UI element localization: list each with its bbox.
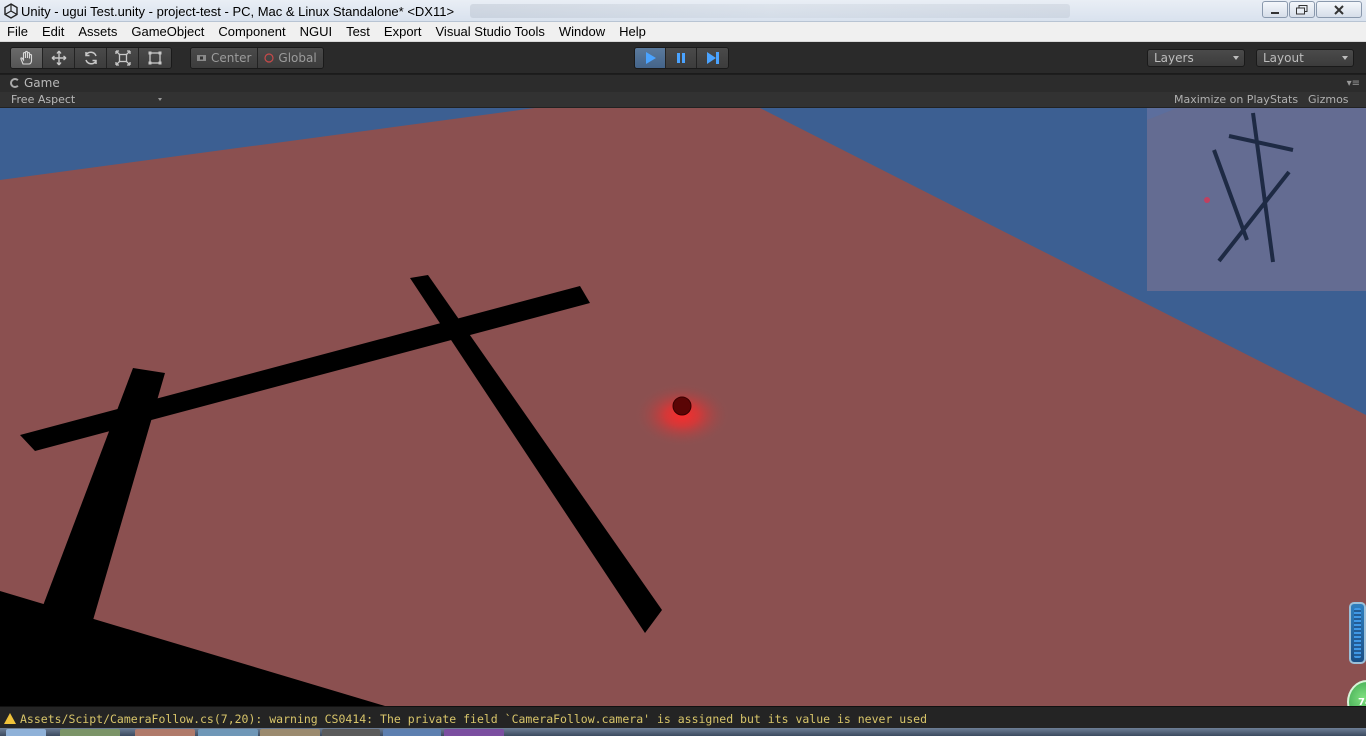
menu-edit[interactable]: Edit: [35, 22, 71, 42]
move-icon: [51, 50, 66, 66]
taskbar-item[interactable]: [260, 729, 320, 736]
taskbar-item[interactable]: [444, 729, 504, 736]
minimap-overlay: [1147, 108, 1366, 291]
transform-tools: [10, 47, 172, 69]
game-view-viewport[interactable]: [0, 108, 1366, 706]
playback-controls: [634, 47, 729, 69]
rect-tool-button[interactable]: [139, 48, 171, 68]
restore-icon: [1296, 4, 1308, 14]
gizmos-dropdown[interactable]: Gizmos: [1308, 93, 1349, 106]
scale-tool-button[interactable]: [107, 48, 139, 68]
meter-ticks: [1354, 608, 1361, 658]
minimize-icon: [1271, 11, 1279, 14]
pause-button[interactable]: [666, 48, 697, 68]
minimap-sphere: [1204, 197, 1210, 203]
panel-menu-icon[interactable]: ▾≡: [1347, 78, 1360, 89]
tab-game[interactable]: Game: [4, 76, 66, 92]
chevron-down-icon: [1233, 56, 1239, 60]
step-button[interactable]: [697, 48, 728, 68]
editor-toolbar: Center Global Layers Layout: [0, 42, 1366, 74]
layout-dropdown[interactable]: Layout: [1256, 49, 1354, 67]
step-icon: [706, 52, 719, 64]
background-window-title-blur: [470, 4, 1070, 18]
maximize-button[interactable]: [1289, 1, 1315, 18]
hand-icon: [19, 50, 32, 65]
rotate-tool-button[interactable]: [75, 48, 107, 68]
pivot-toggles: Center Global: [190, 47, 324, 69]
pivot-center-toggle[interactable]: Center: [191, 48, 259, 68]
menu-window[interactable]: Window: [552, 22, 612, 42]
menu-gameobject[interactable]: GameObject: [124, 22, 211, 42]
chevron-down-icon: [1342, 56, 1348, 60]
move-tool-button[interactable]: [43, 48, 75, 68]
aspect-dropdown[interactable]: Free Aspect: [6, 93, 166, 107]
window-title: Unity - ugui Test.unity - project-test -…: [21, 4, 455, 19]
os-taskbar: [0, 728, 1366, 736]
rect-tool-icon: [148, 51, 162, 65]
minimize-button[interactable]: [1262, 1, 1288, 18]
taskbar-item[interactable]: [322, 729, 380, 736]
tab-game-label: Game: [24, 76, 60, 90]
play-icon: [646, 52, 656, 64]
rotate-icon: [84, 51, 97, 65]
menu-component[interactable]: Component: [211, 22, 292, 42]
console-status-bar[interactable]: Assets/Scipt/CameraFollow.cs(7,20): warn…: [0, 706, 1366, 728]
close-button[interactable]: [1316, 1, 1362, 18]
taskbar-start[interactable]: [6, 729, 46, 736]
taskbar-item[interactable]: [135, 729, 195, 736]
menu-assets[interactable]: Assets: [71, 22, 124, 42]
maximize-on-play-toggle[interactable]: Maximize on Play: [1174, 93, 1270, 106]
side-meter-widget[interactable]: [1349, 602, 1366, 664]
menu-visual-studio-tools[interactable]: Visual Studio Tools: [429, 22, 552, 42]
menu-file[interactable]: File: [0, 22, 35, 42]
taskbar-item[interactable]: [60, 729, 120, 736]
pivot-global-label: Global: [278, 51, 317, 65]
stats-toggle[interactable]: Stats: [1270, 93, 1298, 106]
unity-logo-icon: [4, 3, 18, 19]
menu-bar: File Edit Assets GameObject Component NG…: [0, 22, 1366, 42]
close-icon: [1334, 4, 1344, 15]
window-title-bar: Unity - ugui Test.unity - project-test -…: [0, 0, 1366, 22]
play-button[interactable]: [635, 48, 666, 68]
pivot-global-toggle[interactable]: Global: [258, 48, 323, 68]
menu-export[interactable]: Export: [377, 22, 429, 42]
layout-label: Layout: [1263, 51, 1304, 65]
taskbar-item[interactable]: [383, 729, 441, 736]
game-panel-tabbar: Game ▾≡: [0, 75, 1366, 92]
aspect-label: Free Aspect: [11, 93, 76, 106]
layers-label: Layers: [1154, 51, 1194, 65]
game-view-options-bar: Free Aspect Maximize on Play Stats Gizmo…: [0, 92, 1366, 108]
game-view-icon: [10, 78, 20, 88]
pivot-center-label: Center: [211, 51, 252, 65]
global-icon: [264, 53, 274, 63]
menu-help[interactable]: Help: [612, 22, 653, 42]
pause-icon: [677, 53, 685, 63]
layers-dropdown[interactable]: Layers: [1147, 49, 1245, 67]
scale-icon: [114, 50, 131, 66]
menu-test[interactable]: Test: [339, 22, 377, 42]
status-message[interactable]: Assets/Scipt/CameraFollow.cs(7,20): warn…: [20, 712, 927, 726]
red-sphere: [672, 396, 692, 416]
pivot-center-icon: [197, 55, 206, 61]
chevron-down-icon: [158, 98, 162, 101]
hand-tool-button[interactable]: [11, 48, 43, 68]
warning-icon: [4, 713, 16, 724]
menu-ngui[interactable]: NGUI: [293, 22, 340, 42]
taskbar-item[interactable]: [198, 729, 258, 736]
